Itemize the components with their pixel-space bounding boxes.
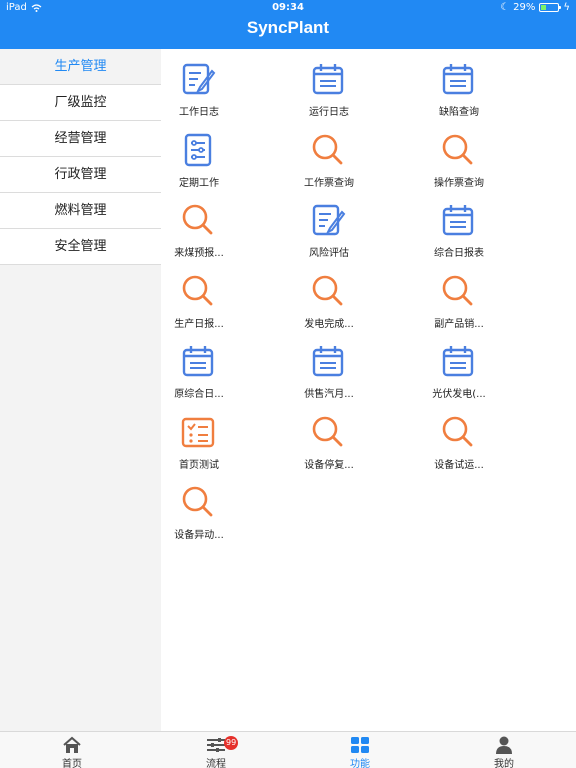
tab-label: 流程 bbox=[206, 759, 226, 768]
checklist-doc-icon bbox=[184, 133, 212, 166]
tile-label: 设备试运... bbox=[434, 459, 484, 471]
tile-label: 生产日报... bbox=[174, 318, 224, 330]
function-tile[interactable]: 供售汽月... bbox=[294, 331, 394, 401]
tile-label: 来煤预报... bbox=[174, 248, 224, 259]
tile-label: 设备异动... bbox=[174, 530, 224, 541]
function-tile[interactable]: 发电完成... bbox=[294, 261, 394, 331]
tile-label: 首页测试 bbox=[179, 459, 219, 471]
calendar-icon bbox=[442, 346, 474, 377]
tab-label: 功能 bbox=[350, 759, 370, 768]
category-sidebar: 生产管理 厂级监控 经营管理 行政管理 燃料管理 安全管理 bbox=[0, 49, 161, 731]
tab-item[interactable]: 99 流程 bbox=[144, 732, 288, 768]
tile-label: 综合日报表 bbox=[434, 248, 484, 259]
tab-label: 我的 bbox=[494, 759, 514, 768]
tile-label: 发电完成... bbox=[304, 318, 354, 330]
calendar-icon bbox=[442, 64, 474, 95]
doc-edit-icon bbox=[182, 63, 216, 95]
tile-label: 副产品销... bbox=[434, 318, 484, 330]
charging-icon: ϟ bbox=[563, 2, 570, 13]
search-icon bbox=[442, 134, 473, 164]
sidebar-item[interactable]: 经营管理 bbox=[0, 121, 161, 157]
tile-label: 设备停复... bbox=[304, 459, 354, 471]
status-bar: iPad 09:34 ☾ 29% ϟ bbox=[0, 0, 576, 16]
function-tile[interactable]: 定期工作 bbox=[164, 120, 264, 190]
battery-percent: 29% bbox=[513, 2, 536, 13]
search-icon bbox=[312, 134, 343, 164]
function-tile[interactable]: 运行日志 bbox=[294, 49, 394, 119]
top-bar: iPad 09:34 ☾ 29% ϟ SyncPlant bbox=[0, 0, 576, 49]
calendar-icon bbox=[312, 64, 344, 95]
sidebar-item[interactable]: 安全管理 bbox=[0, 229, 161, 265]
tile-label: 定期工作 bbox=[179, 177, 219, 189]
function-tile[interactable]: 设备异动... bbox=[164, 472, 264, 542]
function-tile[interactable]: 首页测试 bbox=[164, 402, 264, 472]
search-icon bbox=[312, 416, 343, 446]
function-tile[interactable]: 缺陷查询 bbox=[424, 49, 524, 119]
search-icon bbox=[182, 204, 213, 235]
function-tile[interactable]: 设备试运... bbox=[424, 402, 524, 472]
function-tile[interactable]: 设备停复... bbox=[294, 402, 394, 472]
home-icon bbox=[63, 736, 81, 753]
calendar-icon bbox=[442, 205, 474, 236]
function-tile[interactable]: 工作票查询 bbox=[294, 120, 394, 190]
tile-label: 光伏发电(... bbox=[432, 389, 486, 400]
function-tile[interactable]: 来煤预报... bbox=[164, 190, 264, 260]
battery-icon bbox=[539, 3, 562, 12]
tab-item[interactable]: 功能 bbox=[288, 732, 432, 768]
search-icon bbox=[182, 486, 213, 517]
tile-label: 工作票查询 bbox=[304, 177, 354, 189]
search-icon bbox=[442, 275, 473, 305]
notification-badge: 99 bbox=[224, 736, 239, 750]
search-icon bbox=[182, 275, 213, 305]
sidebar-item[interactable]: 厂级监控 bbox=[0, 85, 161, 121]
user-icon bbox=[496, 736, 512, 754]
tile-label: 缺陷查询 bbox=[439, 107, 479, 118]
function-grid: 工作日志 运行日志 缺陷查询定期工作 工作票查询 操作票查询来煤预报... 风险评估 综合日… bbox=[161, 49, 576, 731]
tile-label: 操作票查询 bbox=[434, 177, 484, 189]
tile-label: 运行日志 bbox=[309, 107, 349, 118]
function-tile[interactable]: 风险评估 bbox=[294, 190, 394, 260]
tab-item[interactable]: 我的 bbox=[432, 732, 576, 768]
tile-label: 工作日志 bbox=[179, 107, 219, 118]
tab-bar: 首页 99 流程 功能 我的 bbox=[0, 731, 576, 768]
function-tile[interactable]: 操作票查询 bbox=[424, 120, 524, 190]
search-icon bbox=[442, 416, 473, 446]
app-title: SyncPlant bbox=[246, 18, 330, 37]
sidebar-item[interactable]: 行政管理 bbox=[0, 157, 161, 193]
function-tile[interactable]: 工作日志 bbox=[164, 49, 264, 119]
function-tile[interactable]: 综合日报表 bbox=[424, 190, 524, 260]
function-tile[interactable]: 生产日报... bbox=[164, 261, 264, 331]
tile-label: 供售汽月... bbox=[304, 389, 354, 400]
status-time: 09:34 bbox=[272, 2, 304, 13]
sliders-icon bbox=[207, 738, 225, 752]
function-tile[interactable]: 副产品销... bbox=[424, 261, 524, 331]
tile-label: 原综合日... bbox=[174, 389, 224, 400]
calendar-icon bbox=[312, 346, 344, 377]
grid-icon bbox=[351, 737, 369, 753]
moon-icon: ☾ bbox=[500, 2, 510, 13]
sidebar-item[interactable]: 生产管理 bbox=[0, 49, 161, 85]
calendar-icon bbox=[182, 346, 214, 377]
function-tile[interactable]: 光伏发电(... bbox=[424, 331, 524, 401]
function-tile[interactable]: 原综合日... bbox=[164, 331, 264, 401]
doc-edit-icon bbox=[312, 204, 346, 236]
tab-item[interactable]: 首页 bbox=[0, 732, 144, 768]
task-list-icon bbox=[181, 417, 215, 447]
tab-label: 首页 bbox=[62, 759, 82, 768]
search-icon bbox=[312, 275, 343, 305]
sidebar-item[interactable]: 燃料管理 bbox=[0, 193, 161, 229]
tile-label: 风险评估 bbox=[309, 248, 349, 259]
